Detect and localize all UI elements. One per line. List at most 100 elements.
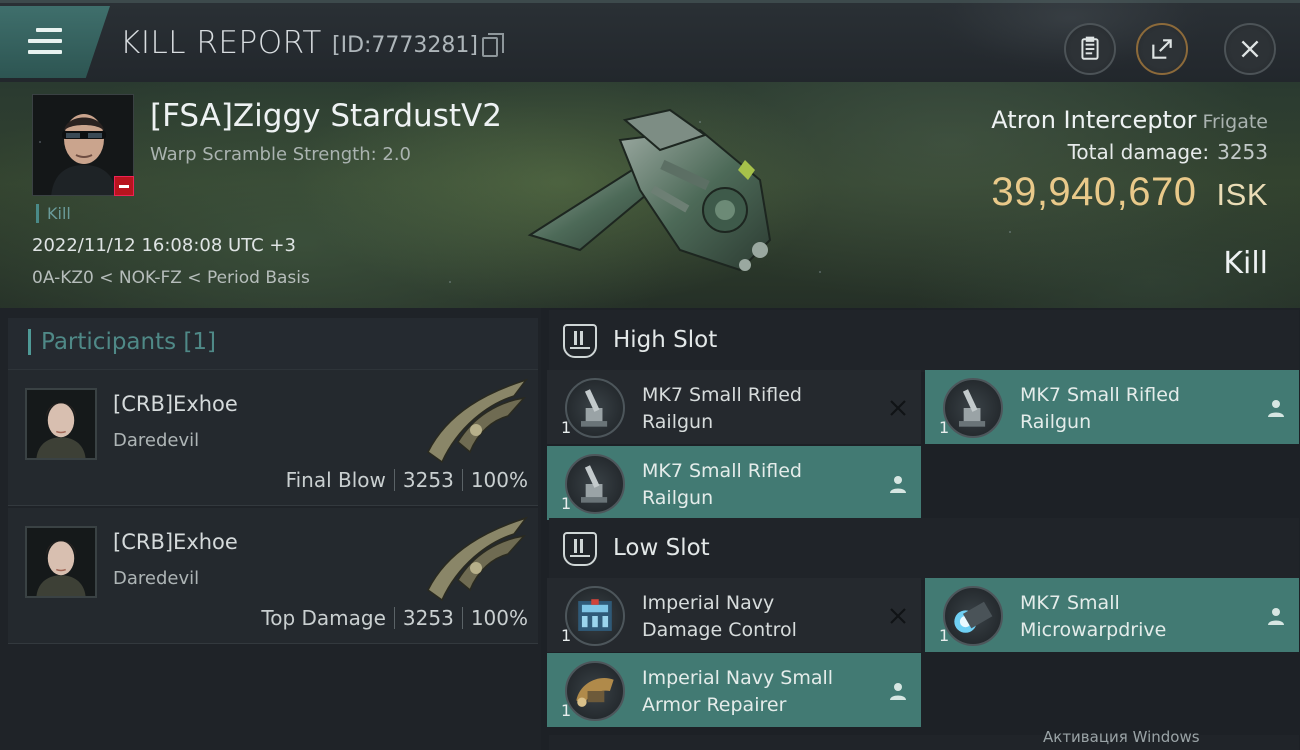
clipboard-button[interactable] xyxy=(1064,23,1116,75)
participant-ship-image[interactable] xyxy=(418,372,530,468)
ship-type: Atron Interceptor xyxy=(991,106,1197,134)
module-quantity: 1 xyxy=(939,418,950,437)
module-item[interactable]: 1 Imperial Navy Small Armor Repairer xyxy=(547,653,921,727)
participant-damage: 3253 xyxy=(402,468,454,492)
participants-panel: Participants [1] [CRB]Exhoe Daredevil Fi… xyxy=(0,308,541,750)
destroyed-badge xyxy=(114,176,134,196)
participant-percent: 100% xyxy=(470,606,528,630)
module-name: Imperial Navy Damage Control xyxy=(642,590,872,644)
high-slot-label: High Slot xyxy=(613,327,718,353)
divider xyxy=(393,469,395,491)
total-damage-value: 3253 xyxy=(1217,140,1268,164)
module-item[interactable]: 1 MK7 Small Microwarpdrive xyxy=(925,578,1299,652)
participant-role: Final Blow xyxy=(285,468,386,492)
participant-stats: Final Blow 3253 100% xyxy=(286,468,528,492)
participant-card[interactable]: [CRB]Exhoe Daredevil Top Damage 3253 100… xyxy=(8,508,538,644)
participants-header[interactable]: Participants [1] xyxy=(8,318,538,370)
module-item[interactable]: 1 Imperial Navy Damage Control xyxy=(547,578,921,652)
module-name-line2: Damage Control xyxy=(642,619,797,641)
page-title: KILL REPORT xyxy=(120,25,322,61)
participant-avatar[interactable] xyxy=(25,526,97,598)
railgun-icon xyxy=(565,454,625,514)
destroyed-x-icon xyxy=(885,603,911,629)
module-name-line2: Microwarpdrive xyxy=(1020,619,1167,641)
slot-icon xyxy=(563,324,597,358)
participant-card[interactable]: [CRB]Exhoe Daredevil Final Blow 3253 100… xyxy=(8,370,538,506)
menu-icon xyxy=(28,28,62,61)
close-icon xyxy=(1241,40,1259,58)
pilot-icon xyxy=(885,678,911,704)
ship-class: Frigate xyxy=(1202,111,1268,133)
module-name-line1: MK7 Small Rifled xyxy=(642,460,802,482)
clipboard-icon xyxy=(1081,36,1099,60)
victim-name[interactable]: [FSA]Ziggy StardustV2 xyxy=(150,98,502,134)
armor-repairer-icon xyxy=(565,661,625,721)
pilot-icon xyxy=(1263,395,1289,421)
participant-ship: Daredevil xyxy=(113,430,200,451)
module-name-line2: Railgun xyxy=(642,487,714,509)
participants-title: Participants [1] xyxy=(28,329,216,355)
participant-percent: 100% xyxy=(470,468,528,492)
share-button[interactable] xyxy=(1136,23,1188,75)
railgun-icon xyxy=(565,378,625,438)
participant-avatar[interactable] xyxy=(25,388,97,460)
report-id: [ID:7773281] xyxy=(332,33,478,58)
module-name-line2: Railgun xyxy=(1020,411,1092,433)
module-name: Imperial Navy Small Armor Repairer xyxy=(642,665,872,719)
module-name: MK7 Small Rifled Railgun xyxy=(1020,382,1250,436)
participant-stats: Top Damage 3253 100% xyxy=(261,606,528,630)
railgun-icon xyxy=(943,378,1003,438)
participant-name[interactable]: [CRB]Exhoe xyxy=(113,530,238,554)
kill-location[interactable]: 0A-KZ0 < NOK-FZ < Period Basis xyxy=(32,268,310,288)
kill-tag: Kill xyxy=(36,204,71,223)
high-slot-header: High Slot xyxy=(549,310,1299,372)
participant-ship-image[interactable] xyxy=(418,510,530,606)
participant-portrait-image xyxy=(27,528,95,596)
total-damage: Total damage: 3253 xyxy=(1068,140,1268,164)
divider xyxy=(461,469,463,491)
module-item[interactable]: 1 MK7 Small Rifled Railgun xyxy=(547,446,921,520)
top-bar: KILL REPORT [ID:7773281] xyxy=(0,0,1300,82)
warp-scramble-strength: Warp Scramble Strength: 2.0 xyxy=(150,144,412,165)
victim-ship-image[interactable] xyxy=(520,100,790,280)
total-damage-label: Total damage: xyxy=(1067,140,1210,164)
module-quantity: 1 xyxy=(561,626,572,645)
microwarpdrive-icon xyxy=(943,586,1003,646)
fitting-panel: High Slot 1 MK7 Small Rifled Railgun 1 M… xyxy=(541,308,1300,750)
divider xyxy=(393,607,395,629)
victim-ship-name[interactable]: Atron Interceptor Frigate xyxy=(991,106,1268,134)
kill-timestamp: 2022/11/12 16:08:08 UTC +3 xyxy=(32,235,296,256)
module-name: MK7 Small Rifled Railgun xyxy=(642,458,872,512)
module-item[interactable]: 1 MK7 Small Rifled Railgun xyxy=(925,370,1299,444)
module-name-line2: Armor Repairer xyxy=(642,694,787,716)
module-name-line1: Imperial Navy Small xyxy=(642,667,834,689)
victim-summary: [FSA]Ziggy StardustV2 Warp Scramble Stre… xyxy=(0,82,1300,308)
module-quantity: 1 xyxy=(561,418,572,437)
kill-result: Kill xyxy=(1223,246,1268,281)
isk-unit: ISK xyxy=(1216,177,1268,212)
pilot-icon xyxy=(885,471,911,497)
participant-role: Top Damage xyxy=(261,606,386,630)
low-slot-header: Low Slot xyxy=(549,518,1299,580)
pilot-icon xyxy=(1263,603,1289,629)
module-quantity: 1 xyxy=(561,494,572,513)
isk-amount: 39,940,670 xyxy=(991,170,1197,214)
slot-icon xyxy=(563,532,597,566)
menu-button[interactable] xyxy=(0,6,110,78)
module-name: MK7 Small Microwarpdrive xyxy=(1020,590,1250,644)
module-name-line1: MK7 Small Rifled xyxy=(642,384,802,406)
participant-name[interactable]: [CRB]Exhoe xyxy=(113,392,238,416)
module-name-line2: Railgun xyxy=(642,411,714,433)
close-button[interactable] xyxy=(1224,23,1276,75)
module-name-line1: Imperial Navy xyxy=(642,592,775,614)
copy-icon[interactable] xyxy=(482,33,504,57)
module-quantity: 1 xyxy=(939,626,950,645)
module-item[interactable]: 1 MK7 Small Rifled Railgun xyxy=(547,370,921,444)
damage-control-icon xyxy=(565,586,625,646)
module-name-line1: MK7 Small xyxy=(1020,592,1120,614)
divider xyxy=(461,607,463,629)
share-icon xyxy=(1152,39,1172,59)
participant-portrait-image xyxy=(27,390,95,458)
module-quantity: 1 xyxy=(561,701,572,720)
module-name: MK7 Small Rifled Railgun xyxy=(642,382,872,436)
